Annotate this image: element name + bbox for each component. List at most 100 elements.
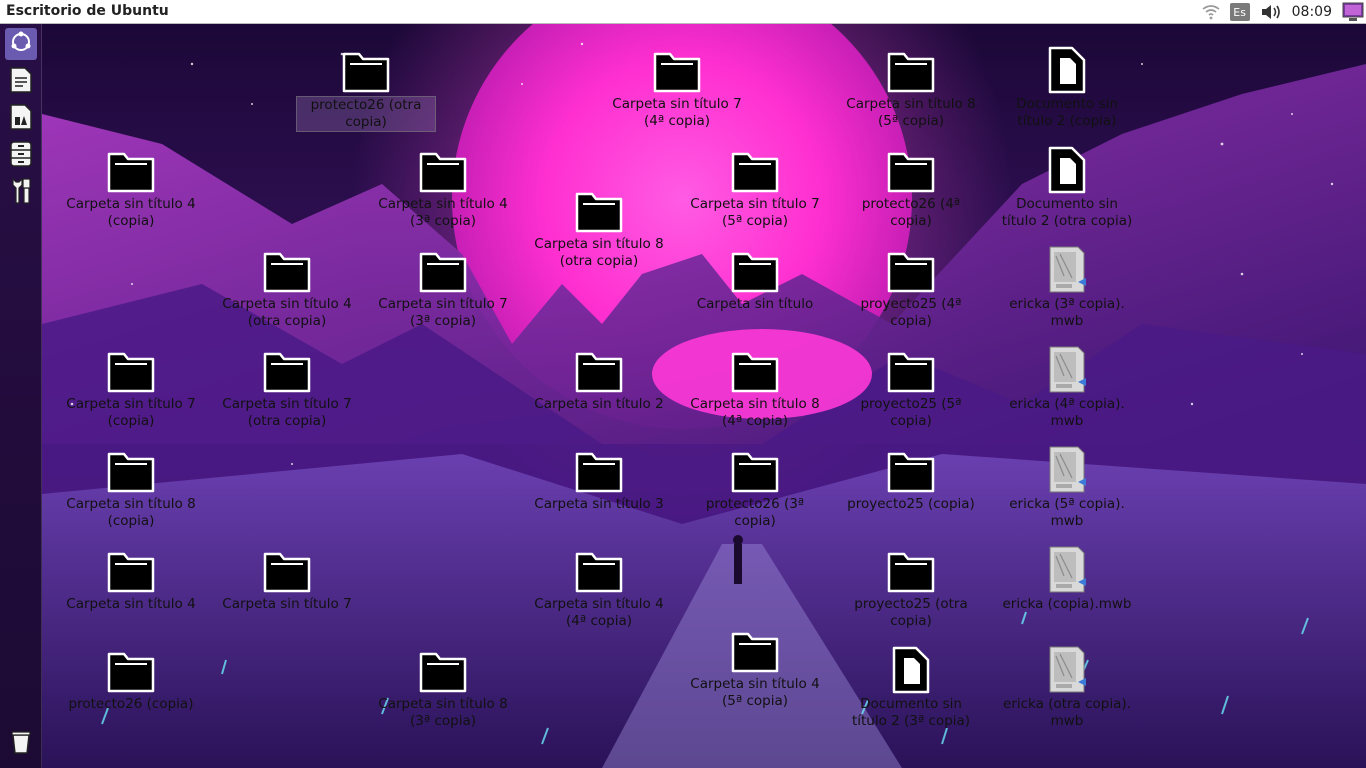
desktop-folder-icon[interactable]: protecto26 (4ª copia): [841, 146, 981, 230]
desktop-folder-icon[interactable]: Carpeta sin título 8 (4ª copia): [685, 346, 825, 430]
icon-label: protecto26 (copia): [68, 696, 194, 712]
icon-label: protecto26 (4ª copia): [861, 196, 961, 229]
keyboard-layout-indicator[interactable]: Es: [1229, 0, 1250, 24]
icon-label: proyecto25 (5ª copia): [860, 396, 962, 429]
folder-icon: [106, 446, 156, 494]
folder-icon: [652, 46, 702, 94]
desktop-folder-icon[interactable]: Carpeta sin título 4 (3ª copia): [373, 146, 513, 230]
desktop-folder-icon[interactable]: Carpeta sin título 4 (copia): [61, 146, 201, 230]
folder-icon: [418, 646, 468, 694]
desktop-mwb-file-icon[interactable]: ericka (3ª copia). mwb: [997, 246, 1137, 330]
keyboard-layout-label: Es: [1229, 3, 1250, 21]
document-icon: [886, 646, 936, 694]
icon-label: Carpeta sin título 7 (copia): [66, 396, 196, 429]
desktop-mwb-file-icon[interactable]: ericka (copia).mwb: [997, 546, 1137, 613]
folder-icon: [574, 186, 624, 234]
icon-label: protecto26 (3ª copia): [705, 496, 805, 529]
desktop-folder-icon[interactable]: proyecto25 (copia): [841, 446, 981, 513]
icon-label: Documento sin título 2 (otra copia): [1001, 196, 1133, 229]
folder-icon: [262, 246, 312, 294]
folder-icon: [730, 246, 780, 294]
folder-icon: [262, 346, 312, 394]
icon-label: Carpeta sin título 7 (3ª copia): [378, 296, 508, 329]
desktop-folder-icon[interactable]: Carpeta sin título 7 (3ª copia): [373, 246, 513, 330]
icon-label: Carpeta sin título 4 (4ª copia): [534, 596, 664, 629]
desktop-folder-icon[interactable]: Carpeta sin título 4: [61, 546, 201, 613]
ubuntu-logo-icon: [10, 31, 32, 57]
desktop-folder-icon[interactable]: Carpeta sin título 4 (otra copia): [217, 246, 357, 330]
writer-launcher-button[interactable]: [5, 66, 37, 98]
wifi-icon[interactable]: [1202, 0, 1220, 24]
icon-label: ericka (5ª copia). mwb: [1009, 496, 1125, 529]
desktop-folder-icon[interactable]: Carpeta sin título 7: [217, 546, 357, 613]
desktop-folder-icon[interactable]: Carpeta sin título 8 (5ª copia): [841, 46, 981, 130]
desktop-mwb-file-icon[interactable]: ericka (5ª copia). mwb: [997, 446, 1137, 530]
desktop-document-icon[interactable]: Documento sin título 2 (3ª copia): [841, 646, 981, 730]
folder-icon: [341, 46, 391, 94]
desktop-document-icon[interactable]: Documento sin título 2 (otra copia): [997, 146, 1137, 230]
folder-icon: [574, 446, 624, 494]
clock[interactable]: 08:09: [1292, 0, 1332, 24]
document-icon: [1042, 46, 1092, 94]
settings-launcher-button[interactable]: [5, 177, 37, 209]
desktop-folder-icon[interactable]: Carpeta sin título 8 (copia): [61, 446, 201, 530]
desktop-folder-icon[interactable]: proyecto25 (otra copia): [841, 546, 981, 630]
mwb-file-icon: [1042, 646, 1092, 694]
desktop-folder-icon[interactable]: Carpeta sin título: [685, 246, 825, 313]
folder-icon: [730, 626, 780, 674]
desktop-folder-icon[interactable]: proyecto25 (5ª copia): [841, 346, 981, 430]
desktop-folder-icon[interactable]: protecto26 (3ª copia): [685, 446, 825, 530]
trash-launcher-button[interactable]: [5, 728, 37, 760]
icon-label: Carpeta sin título 4: [66, 596, 196, 612]
desktop-folder-icon[interactable]: protecto26 (copia): [61, 646, 201, 713]
folder-icon: [886, 446, 936, 494]
window-title: Escritorio de Ubuntu: [6, 3, 169, 19]
folder-icon: [106, 546, 156, 594]
system-tray: Es 08:09: [1192, 0, 1366, 24]
desktop-folder-icon[interactable]: Carpeta sin título 2: [529, 346, 669, 413]
folder-icon: [886, 546, 936, 594]
folder-icon: [574, 346, 624, 394]
dash-home-button[interactable]: [5, 28, 37, 60]
desktop-folder-icon[interactable]: Carpeta sin título 7 (otra copia): [217, 346, 357, 430]
desktop-mwb-file-icon[interactable]: ericka (4ª copia). mwb: [997, 346, 1137, 430]
desktop-folder-icon[interactable]: Carpeta sin título 8 (3ª copia): [373, 646, 513, 730]
folder-icon: [574, 546, 624, 594]
icon-label: Carpeta sin título 3: [534, 496, 664, 512]
desktop-folder-icon[interactable]: Carpeta sin título 4 (4ª copia): [529, 546, 669, 630]
draw-launcher-button[interactable]: [5, 103, 37, 135]
desktop-document-icon[interactable]: Documento sin título 2 (copia): [997, 46, 1137, 130]
desktop-folder-icon[interactable]: Carpeta sin título 8 (otra copia): [529, 186, 669, 270]
folder-icon: [106, 646, 156, 694]
folder-icon: [730, 146, 780, 194]
icon-label: Carpeta sin título 7 (otra copia): [222, 396, 352, 429]
desktop-folder-icon[interactable]: Carpeta sin título 7 (copia): [61, 346, 201, 430]
desktop-mwb-file-icon[interactable]: ericka (otra copia). mwb: [997, 646, 1137, 730]
icon-label: proyecto25 (copia): [847, 496, 975, 512]
icon-label: Documento sin título 2 (3ª copia): [851, 696, 971, 729]
launcher: [0, 24, 42, 768]
icon-label: Carpeta sin título: [696, 296, 814, 312]
desktop-folder-icon[interactable]: Carpeta sin título 3: [529, 446, 669, 513]
icon-label: Carpeta sin título 8 (otra copia): [534, 236, 664, 269]
icon-label: ericka (copia).mwb: [1002, 596, 1132, 612]
cabinet-icon: [10, 141, 32, 171]
icon-label: Carpeta sin título 7: [222, 596, 352, 612]
icon-label: Carpeta sin título 7 (5ª copia): [690, 196, 820, 229]
icon-label: proyecto25 (otra copia): [854, 596, 968, 629]
mwb-file-icon: [1042, 446, 1092, 494]
mwb-file-icon: [1042, 346, 1092, 394]
icon-label: Documento sin título 2 (copia): [1016, 96, 1118, 129]
desktop-folder-icon[interactable]: Carpeta sin título 7 (5ª copia): [685, 146, 825, 230]
icon-label: proyecto25 (4ª copia): [860, 296, 962, 329]
icon-label: Carpeta sin título 2: [534, 396, 664, 412]
desktop-folder-icon[interactable]: Carpeta sin título 7 (4ª copia): [607, 46, 747, 130]
desktop-folder-icon[interactable]: proyecto25 (4ª copia): [841, 246, 981, 330]
icon-label: Carpeta sin título 8 (copia): [66, 496, 196, 529]
session-icon[interactable]: [1342, 0, 1364, 24]
volume-icon[interactable]: [1260, 0, 1282, 24]
desktop-folder-icon[interactable]: Carpeta sin título 4 (5ª copia): [685, 626, 825, 710]
desktop-folder-icon[interactable]: protecto26 (otra copia): [296, 46, 436, 132]
icon-label: Carpeta sin título 4 (otra copia): [222, 296, 352, 329]
cabinet-launcher-button[interactable]: [5, 140, 37, 172]
